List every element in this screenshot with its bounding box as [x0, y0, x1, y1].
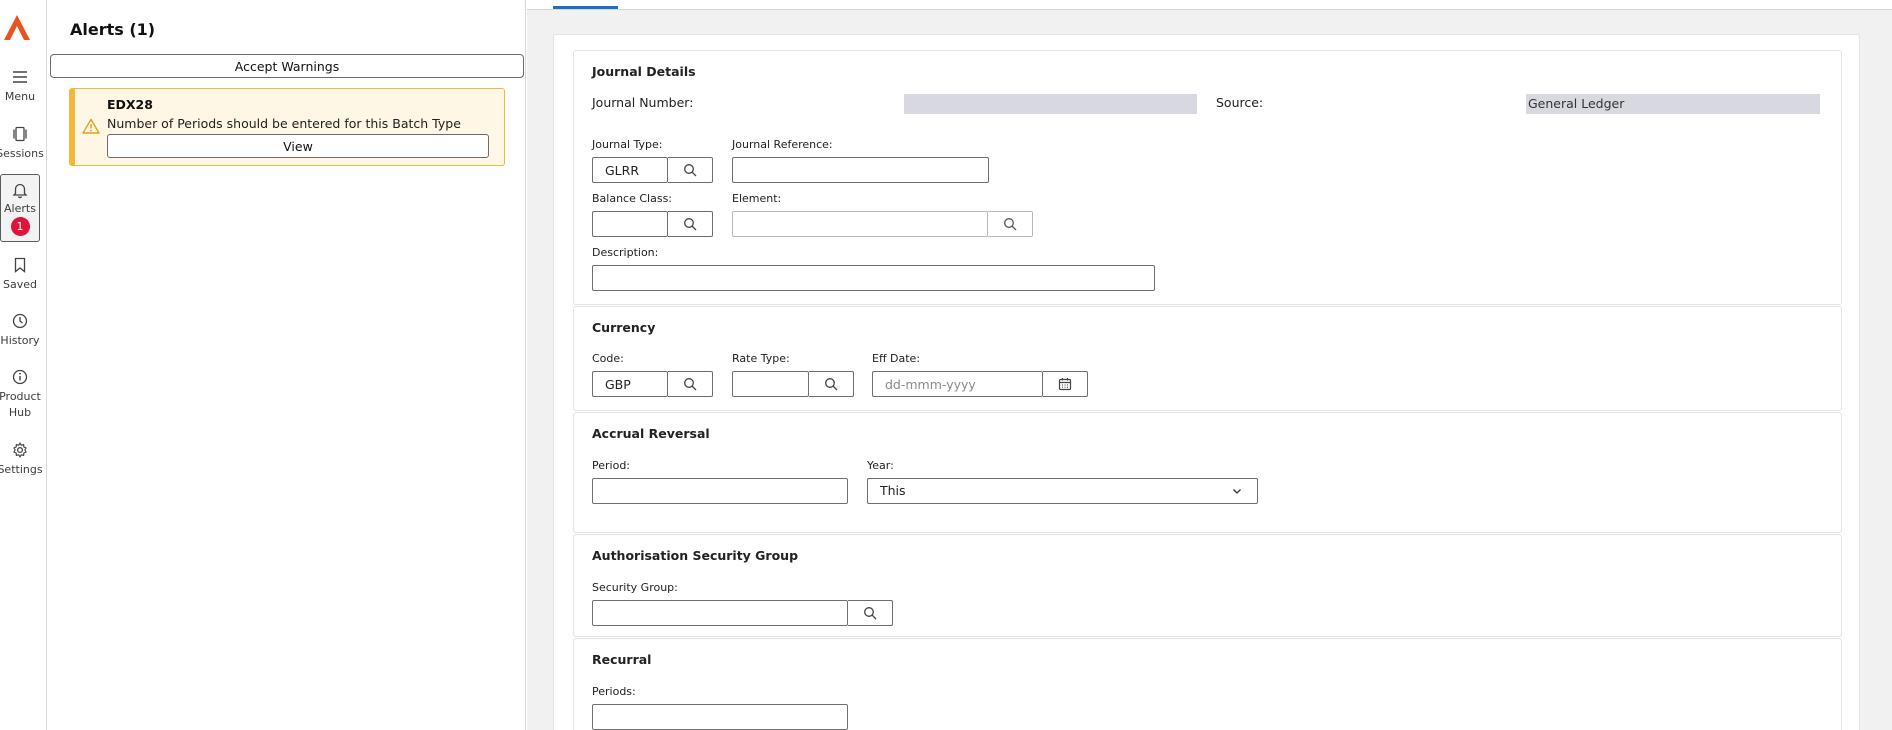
alert-view-button[interactable]: View — [107, 134, 489, 158]
tab-strip — [527, 0, 1892, 10]
alert-code: EDX28 — [107, 97, 153, 112]
journal-number-value — [904, 94, 1197, 114]
alert-message: Number of Periods should be entered for … — [107, 116, 461, 131]
bookmark-icon — [14, 257, 26, 273]
rate-type-search-button[interactable] — [809, 371, 854, 397]
nav-label: Alerts — [4, 202, 36, 215]
section-title: Accrual Reversal — [592, 426, 710, 441]
year-select[interactable]: This — [867, 478, 1258, 504]
year-selected-value: This — [880, 483, 906, 498]
year-label: Year: — [867, 459, 894, 472]
period-input[interactable] — [592, 478, 848, 504]
nav-item-settings[interactable]: Settings — [0, 441, 43, 478]
calendar-icon — [1058, 378, 1072, 391]
clock-icon — [12, 313, 28, 329]
warning-icon — [82, 118, 100, 134]
chevron-down-icon — [1233, 489, 1241, 494]
balance-class-input[interactable] — [592, 211, 668, 237]
security-group-label: Security Group: — [592, 581, 678, 594]
eff-date-calendar-button[interactable] — [1043, 371, 1088, 397]
security-group-input[interactable] — [592, 600, 848, 626]
currency-code-search-button[interactable] — [668, 371, 713, 397]
currency-code-label: Code: — [592, 352, 624, 365]
nav-label: Sessions — [0, 147, 44, 160]
description-label: Description: — [592, 246, 659, 259]
element-search-button[interactable] — [988, 211, 1033, 237]
section-title: Currency — [592, 320, 656, 335]
app-logo[interactable] — [2, 12, 32, 42]
balance-class-search-button[interactable] — [668, 211, 713, 237]
nav-label: Saved — [3, 278, 37, 291]
info-icon — [12, 369, 28, 385]
nav-item-menu[interactable]: Menu — [0, 68, 40, 105]
active-tab-indicator[interactable] — [553, 6, 618, 9]
section-accrual-reversal: Accrual Reversal Period: Year: This — [573, 412, 1842, 533]
source-label: Source: — [1216, 95, 1264, 110]
nav-label: Menu — [4, 90, 36, 103]
alerts-count-badge: 1 — [10, 217, 30, 236]
currency-code-input[interactable] — [592, 371, 668, 397]
section-title: Journal Details — [592, 64, 696, 79]
section-journal-details: Journal Details Journal Number: Source: … — [573, 50, 1842, 305]
search-icon — [825, 378, 838, 391]
section-title: Recurral — [592, 652, 652, 667]
nav-rail: Menu Sessions Alerts 1 Saved History Pro… — [0, 0, 47, 730]
nav-item-sessions[interactable]: Sessions — [0, 125, 44, 162]
journal-type-search-button[interactable] — [668, 157, 713, 183]
journal-form: Journal Details Journal Number: Source: … — [553, 34, 1860, 730]
journal-reference-input[interactable] — [732, 157, 989, 183]
rate-type-input[interactable] — [732, 371, 809, 397]
journal-reference-label: Journal Reference: — [732, 138, 833, 151]
nav-item-saved[interactable]: Saved — [0, 256, 40, 293]
journal-type-label: Journal Type: — [592, 138, 663, 151]
periods-label: Periods: — [592, 685, 636, 698]
element-input[interactable] — [732, 211, 988, 237]
sessions-icon — [13, 126, 27, 142]
search-icon — [1004, 218, 1017, 231]
source-value: General Ledger — [1526, 94, 1820, 114]
menu-icon — [13, 71, 27, 83]
search-icon — [684, 164, 697, 177]
description-input[interactable] — [592, 265, 1155, 291]
nav-item-product-hub[interactable]: Product Hub — [0, 368, 41, 421]
search-icon — [864, 607, 877, 620]
alerts-title: Alerts (1) — [70, 20, 156, 39]
period-label: Period: — [592, 459, 631, 472]
bell-icon — [12, 183, 28, 199]
alert-card: EDX28 Number of Periods should be entere… — [69, 88, 505, 166]
accept-warnings-button[interactable]: Accept Warnings — [50, 54, 524, 78]
eff-date-input[interactable] — [872, 371, 1043, 397]
search-icon — [684, 218, 697, 231]
search-icon — [684, 378, 697, 391]
gear-icon — [13, 442, 27, 458]
security-group-search-button[interactable] — [848, 600, 893, 626]
alerts-panel: Alerts (1) Accept Warnings EDX28 Number … — [48, 0, 526, 730]
nav-label: History — [0, 334, 40, 347]
nav-item-alerts[interactable]: Alerts 1 — [0, 174, 40, 242]
rate-type-label: Rate Type: — [732, 352, 790, 365]
journal-type-input[interactable] — [592, 157, 668, 183]
nav-label: Hub — [8, 406, 32, 419]
element-label: Element: — [732, 192, 782, 205]
nav-label: Settings — [0, 463, 43, 476]
section-title: Authorisation Security Group — [592, 548, 799, 563]
section-recurral: Recurral Periods: — [573, 638, 1842, 730]
journal-number-label: Journal Number: — [592, 95, 694, 110]
section-currency: Currency Code: Rate Type: Eff Date: — [573, 306, 1842, 411]
nav-label: Product — [0, 390, 41, 403]
main-area: Journal Details Journal Number: Source: … — [527, 0, 1892, 730]
periods-input[interactable] — [592, 704, 848, 730]
balance-class-label: Balance Class: — [592, 192, 673, 205]
nav-item-history[interactable]: History — [0, 312, 40, 349]
eff-date-label: Eff Date: — [872, 352, 921, 365]
section-authorisation: Authorisation Security Group Security Gr… — [573, 534, 1842, 637]
